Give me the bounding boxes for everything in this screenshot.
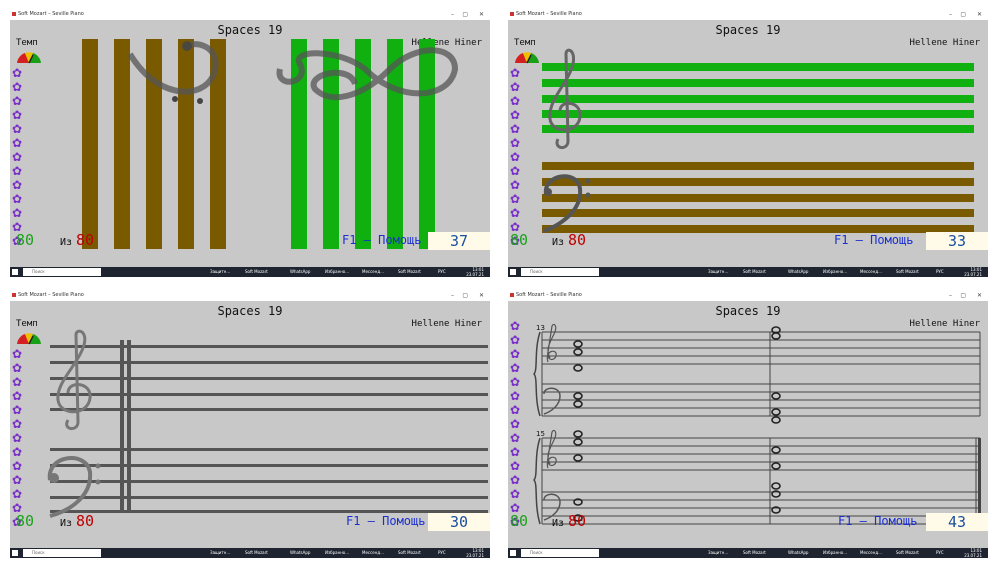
taskbar-item[interactable]: WhatsApp bbox=[290, 268, 310, 276]
taskbar-item[interactable]: Soft Mozart bbox=[896, 268, 919, 276]
note-counter: 37 bbox=[428, 232, 490, 250]
taskbar: Поиск Защитн... Soft Mozart WhatsApp Изб… bbox=[10, 548, 490, 558]
taskbar-item[interactable]: Soft Mozart bbox=[398, 549, 421, 557]
total-value: 80 bbox=[568, 512, 587, 530]
score-value: 80 bbox=[16, 512, 35, 530]
taskbar-item[interactable]: WhatsApp bbox=[788, 268, 808, 276]
taskbar-search-input[interactable]: Поиск bbox=[23, 549, 101, 557]
note-counter: 33 bbox=[926, 232, 988, 250]
windows-start-icon[interactable] bbox=[510, 550, 516, 556]
of-label: Из bbox=[552, 518, 565, 529]
taskbar-item[interactable]: Soft Mozart bbox=[896, 549, 919, 557]
windows-start-icon[interactable] bbox=[12, 269, 18, 275]
total-value: 80 bbox=[76, 231, 95, 249]
taskbar-item[interactable]: Защитн... bbox=[210, 268, 230, 276]
language-indicator[interactable]: РУС bbox=[438, 549, 446, 557]
taskbar-item[interactable]: WhatsApp bbox=[290, 549, 310, 557]
taskbar-item[interactable]: Избранно... bbox=[325, 549, 349, 557]
language-indicator[interactable]: РУС bbox=[936, 268, 944, 276]
taskbar-search-input[interactable]: Поиск bbox=[521, 549, 599, 557]
system-clock[interactable]: 13:01 23.07.21 bbox=[964, 548, 982, 558]
score-value: 80 bbox=[510, 512, 529, 530]
taskbar-item[interactable]: Избранно... bbox=[823, 268, 847, 276]
taskbar-item[interactable]: Мессенд... bbox=[860, 549, 882, 557]
help-hint[interactable]: F1 – Помощь bbox=[342, 233, 421, 247]
taskbar-item[interactable]: Защитн... bbox=[708, 268, 728, 276]
help-hint[interactable]: F1 – Помощь bbox=[346, 514, 425, 528]
taskbar: Поиск Защитн... Soft Mozart WhatsApp Изб… bbox=[508, 267, 988, 277]
score-value: 80 bbox=[510, 231, 529, 249]
taskbar-item[interactable]: Soft Mozart bbox=[245, 268, 268, 276]
system-clock[interactable]: 13:01 23.07.21 bbox=[466, 548, 484, 558]
taskbar-item[interactable]: Избранно... bbox=[823, 549, 847, 557]
language-indicator[interactable]: РУС bbox=[438, 268, 446, 276]
taskbar-item[interactable]: WhatsApp bbox=[788, 549, 808, 557]
taskbar: Поиск Защитн... Soft Mozart WhatsApp Изб… bbox=[508, 548, 988, 558]
screen-3: Soft Mozart – Seville Piano – ▢ ✕ Spaces… bbox=[10, 290, 490, 558]
language-indicator[interactable]: РУС bbox=[936, 549, 944, 557]
of-label: Из bbox=[552, 237, 565, 248]
taskbar-item[interactable]: Soft Mozart bbox=[743, 549, 766, 557]
taskbar-item[interactable]: Мессенд... bbox=[362, 549, 384, 557]
system-clock[interactable]: 13:01 23.07.21 bbox=[466, 267, 484, 277]
total-value: 80 bbox=[76, 512, 95, 530]
score-value: 80 bbox=[16, 231, 35, 249]
taskbar-item[interactable]: Soft Mozart bbox=[743, 268, 766, 276]
taskbar-item[interactable]: Защитн... bbox=[210, 549, 230, 557]
windows-start-icon[interactable] bbox=[12, 550, 18, 556]
screen-4: Soft Mozart – Seville Piano – ▢ ✕ Spaces… bbox=[508, 290, 988, 558]
screen-2: Soft Mozart – Seville Piano – ▢ ✕ Spaces… bbox=[508, 9, 988, 277]
windows-start-icon[interactable] bbox=[510, 269, 516, 275]
taskbar-item[interactable]: Soft Mozart bbox=[398, 268, 421, 276]
system-clock[interactable]: 13:01 23.07.21 bbox=[964, 267, 982, 277]
taskbar-search-input[interactable]: Поиск bbox=[521, 268, 599, 276]
taskbar-item[interactable]: Мессенд... bbox=[860, 268, 882, 276]
taskbar: Поиск Защитн... Soft Mozart WhatsApp Изб… bbox=[10, 267, 490, 277]
taskbar-item[interactable]: Защитн... bbox=[708, 549, 728, 557]
of-label: Из bbox=[60, 237, 73, 248]
help-hint[interactable]: F1 – Помощь bbox=[838, 514, 917, 528]
taskbar-item[interactable]: Мессенд... bbox=[362, 268, 384, 276]
taskbar-item[interactable]: Избранно... bbox=[325, 268, 349, 276]
of-label: Из bbox=[60, 518, 73, 529]
taskbar-item[interactable]: Soft Mozart bbox=[245, 549, 268, 557]
note-counter: 30 bbox=[428, 513, 490, 531]
note-counter: 43 bbox=[926, 513, 988, 531]
screen-1: Soft Mozart – Seville Piano – ▢ ✕ Spaces… bbox=[10, 9, 490, 277]
taskbar-search-input[interactable]: Поиск bbox=[23, 268, 101, 276]
total-value: 80 bbox=[568, 231, 587, 249]
help-hint[interactable]: F1 – Помощь bbox=[834, 233, 913, 247]
